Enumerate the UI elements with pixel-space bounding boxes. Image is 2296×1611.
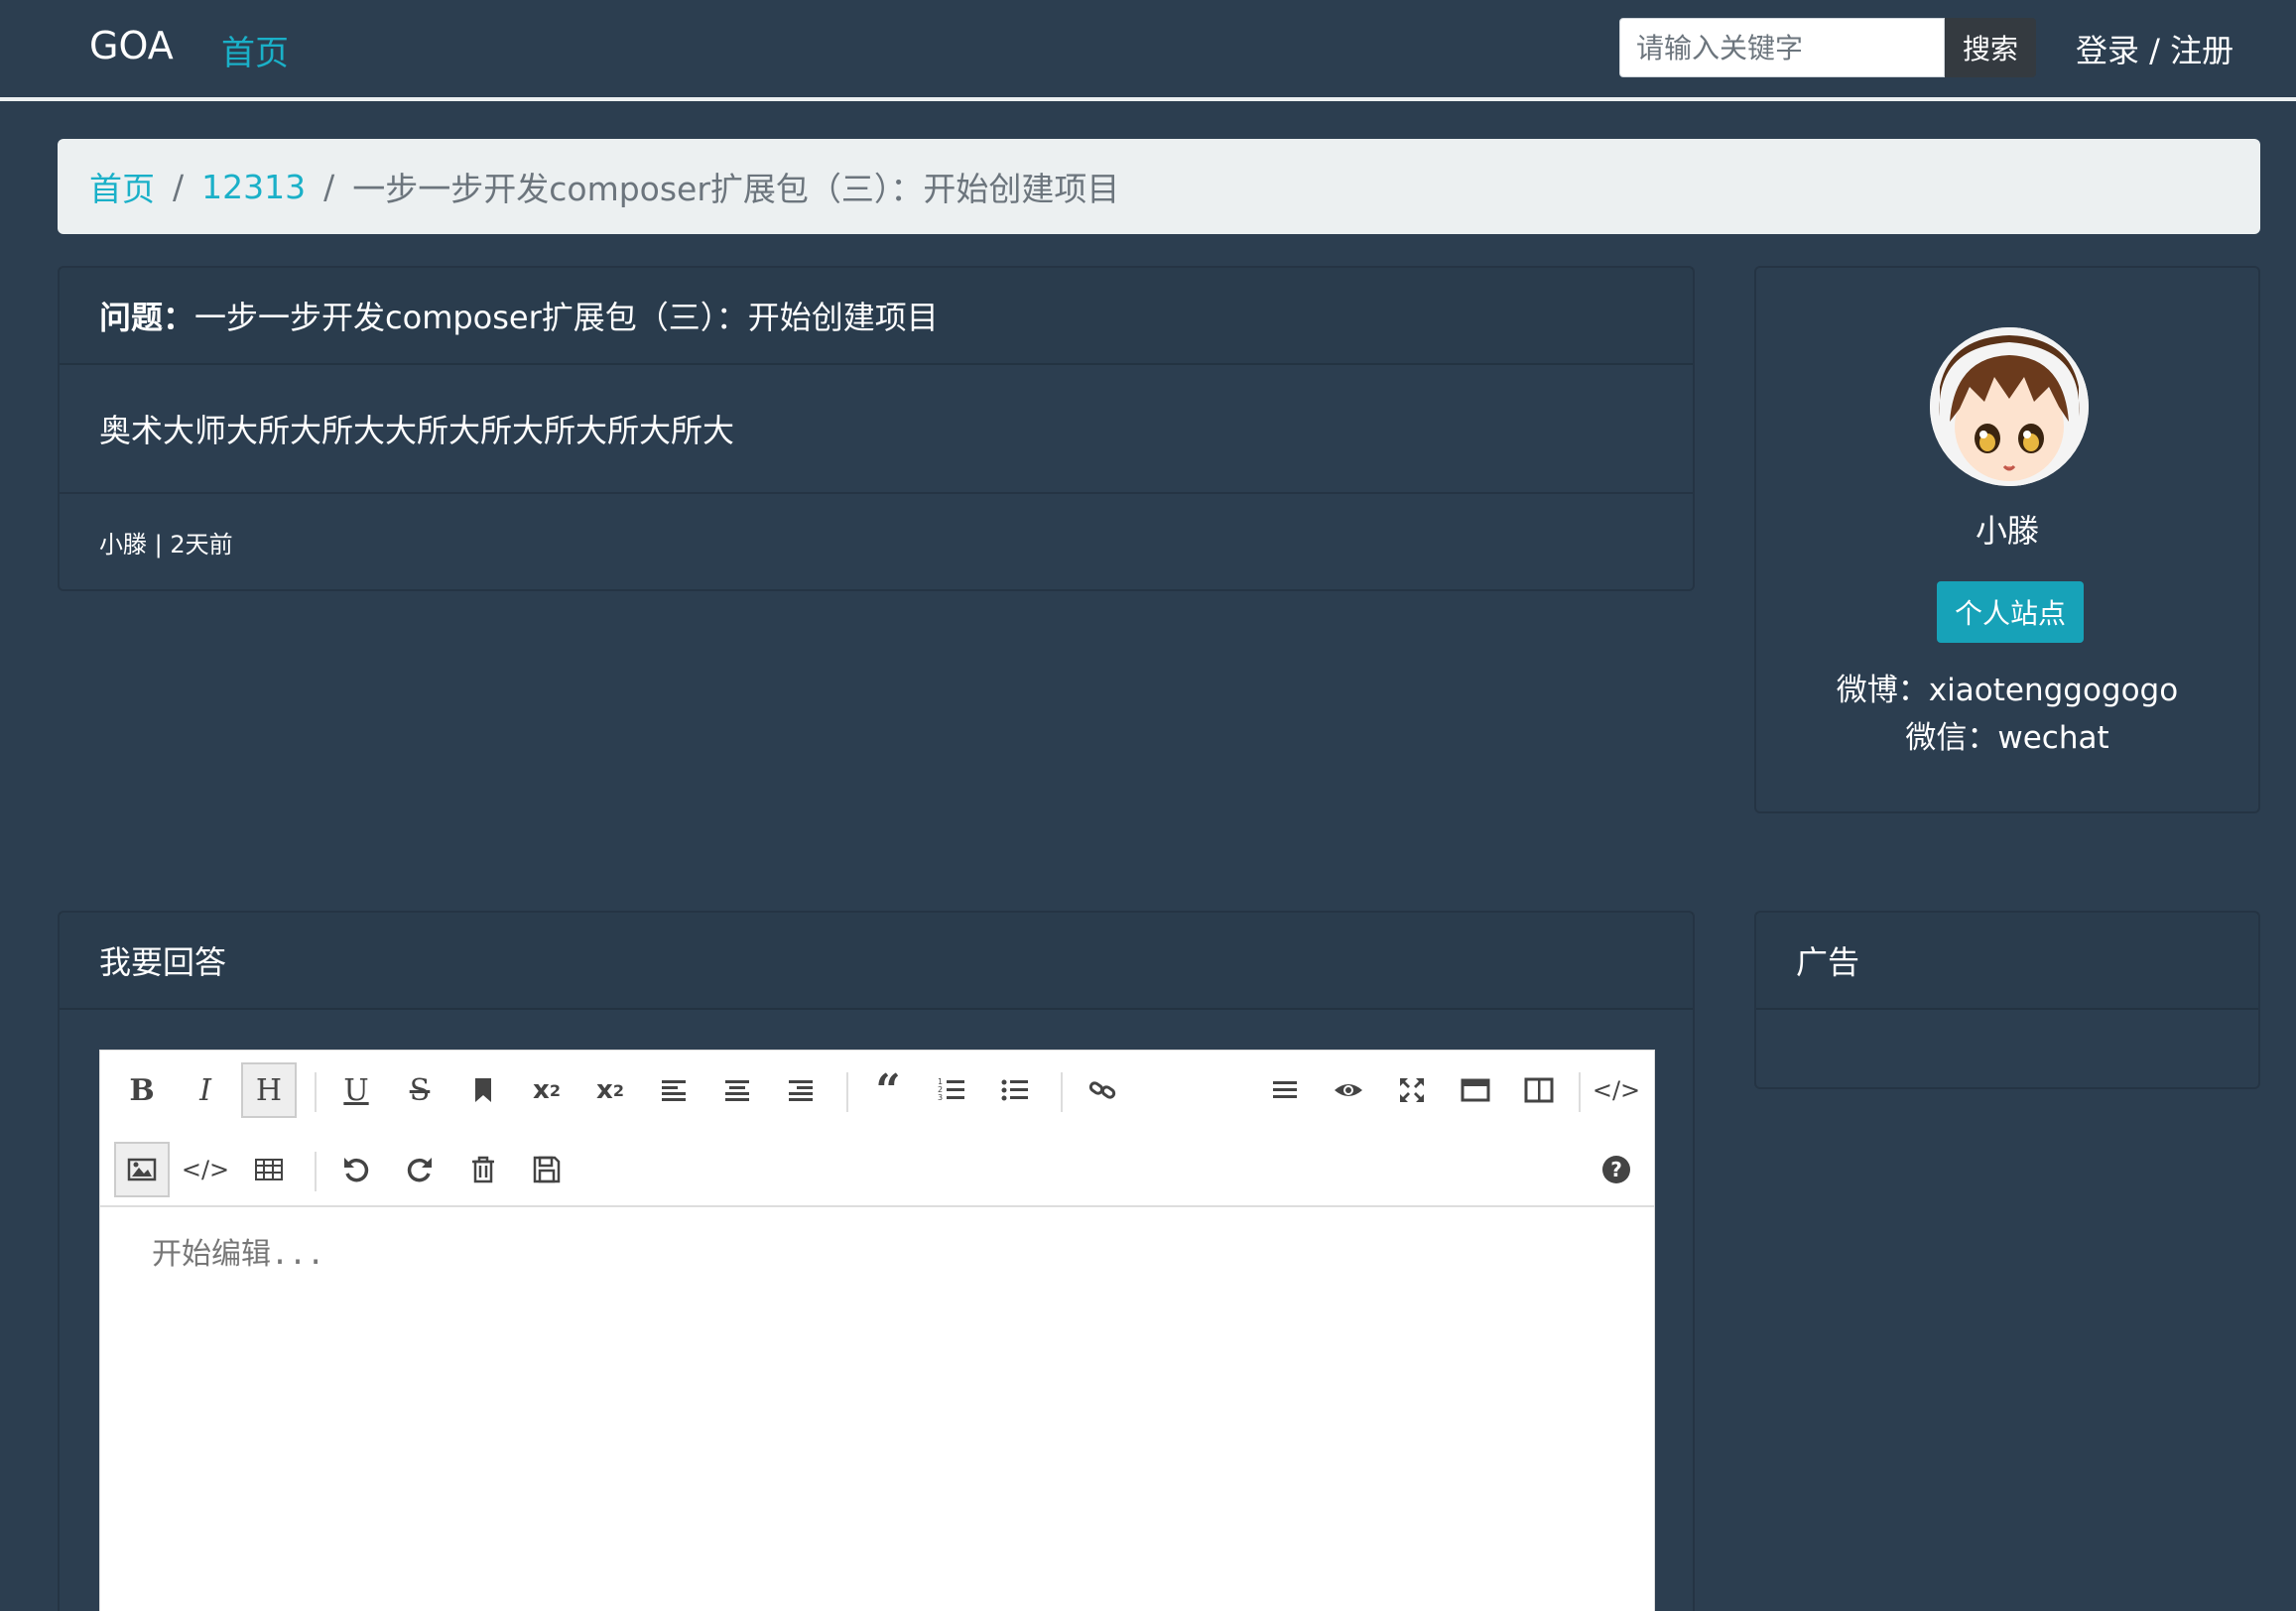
toolbar-divider bbox=[315, 1072, 317, 1112]
question-header: 问题： 一步一步开发composer扩展包（三）：开始创建项目 bbox=[60, 268, 1693, 365]
breadcrumb-separator: / bbox=[323, 167, 335, 206]
ordered-list-icon[interactable]: 123 bbox=[924, 1062, 979, 1118]
breadcrumb-category[interactable]: 12313 bbox=[201, 168, 306, 206]
save-icon[interactable] bbox=[519, 1142, 574, 1197]
help-icon[interactable]: ? bbox=[1589, 1142, 1644, 1197]
editor-toolbar: B I H U S x2 x2 “ 123 </> </> ? bbox=[100, 1051, 1654, 1207]
align-center-icon[interactable] bbox=[709, 1062, 765, 1118]
question-card: 问题： 一步一步开发composer扩展包（三）：开始创建项目 奥术大师大所大所… bbox=[58, 266, 1695, 591]
brand-logo[interactable]: GOA bbox=[89, 24, 174, 67]
markdown-editor: B I H U S x2 x2 “ 123 </> </> ? 开始编辑... bbox=[99, 1050, 1655, 1611]
trash-icon[interactable] bbox=[455, 1142, 511, 1197]
strikethrough-icon[interactable]: S bbox=[392, 1062, 447, 1118]
svg-text:3: 3 bbox=[938, 1093, 943, 1102]
link-icon[interactable] bbox=[1075, 1062, 1130, 1118]
ad-card: 广告 bbox=[1754, 911, 2260, 1089]
breadcrumb: 首页 / 12313 / 一步一步开发composer扩展包（三）：开始创建项目 bbox=[58, 139, 2260, 234]
editor-placeholder[interactable]: 开始编辑... bbox=[152, 1229, 324, 1273]
heading-icon[interactable]: H bbox=[241, 1062, 297, 1118]
align-right-icon[interactable] bbox=[773, 1062, 829, 1118]
profile-weibo: 微博：xiaotenggogogo bbox=[1836, 673, 2179, 708]
avatar bbox=[1930, 327, 2089, 486]
toolbar-divider bbox=[846, 1072, 848, 1112]
profile-wechat: 微信：wechat bbox=[1905, 720, 2109, 756]
quote-icon[interactable]: “ bbox=[860, 1062, 916, 1118]
split-view-icon[interactable] bbox=[1511, 1062, 1567, 1118]
profile-card: 小滕 个人站点 微博：xiaotenggogogo 微信：wechat bbox=[1754, 266, 2260, 813]
search-input[interactable] bbox=[1619, 18, 1945, 77]
toolbar-divider bbox=[1579, 1072, 1581, 1112]
window-icon[interactable] bbox=[1448, 1062, 1503, 1118]
superscript-icon[interactable]: x2 bbox=[519, 1062, 574, 1118]
question-body: 奥术大师大所大所大大所大所大所大所大所大 bbox=[60, 365, 1693, 494]
table-icon[interactable] bbox=[241, 1142, 297, 1197]
breadcrumb-home[interactable]: 首页 bbox=[89, 163, 155, 210]
nav-home-link[interactable]: 首页 bbox=[221, 26, 289, 74]
toolbar-divider bbox=[1061, 1072, 1063, 1112]
bold-icon[interactable]: B bbox=[114, 1062, 170, 1118]
undo-icon[interactable] bbox=[328, 1142, 384, 1197]
navbar: GOA 首页 搜索 登录 / 注册 bbox=[0, 0, 2296, 101]
question-meta: 小滕 | 2天前 bbox=[99, 530, 233, 558]
image-icon[interactable] bbox=[114, 1142, 170, 1197]
subscript-icon[interactable]: x2 bbox=[582, 1062, 638, 1118]
personal-site-button[interactable]: 个人站点 bbox=[1937, 581, 2084, 643]
question-title-label: 问题： bbox=[99, 299, 195, 336]
ad-header: 广告 bbox=[1756, 913, 2258, 1010]
align-left-icon[interactable] bbox=[646, 1062, 702, 1118]
preview-eye-icon[interactable] bbox=[1321, 1062, 1376, 1118]
login-register-link[interactable]: 登录 / 注册 bbox=[2076, 26, 2233, 71]
breadcrumb-current: 一步一步开发composer扩展包（三）：开始创建项目 bbox=[352, 170, 1120, 208]
profile-username: 小滕 bbox=[1975, 512, 2039, 550]
fullscreen-icon[interactable] bbox=[1384, 1062, 1440, 1118]
svg-text:?: ? bbox=[1610, 1158, 1622, 1181]
html-code-icon[interactable]: </> bbox=[1589, 1062, 1644, 1118]
bookmark-icon[interactable] bbox=[455, 1062, 511, 1118]
answer-card: 我要回答 B I H U S x2 x2 “ 1 2 3 </> </> ? 开… bbox=[58, 911, 1695, 1611]
menu-icon[interactable] bbox=[1257, 1062, 1313, 1118]
redo-icon[interactable] bbox=[392, 1142, 447, 1197]
breadcrumb-separator: / bbox=[173, 167, 185, 206]
italic-icon[interactable]: I bbox=[178, 1062, 233, 1118]
search-button[interactable]: 搜索 bbox=[1945, 18, 2036, 77]
code-icon[interactable]: </> bbox=[178, 1142, 233, 1197]
unordered-list-icon[interactable] bbox=[987, 1062, 1043, 1118]
answer-header: 我要回答 bbox=[60, 913, 1693, 1010]
underline-icon[interactable]: U bbox=[328, 1062, 384, 1118]
question-title: 一步一步开发composer扩展包（三）：开始创建项目 bbox=[194, 299, 939, 336]
toolbar-divider bbox=[315, 1152, 317, 1191]
